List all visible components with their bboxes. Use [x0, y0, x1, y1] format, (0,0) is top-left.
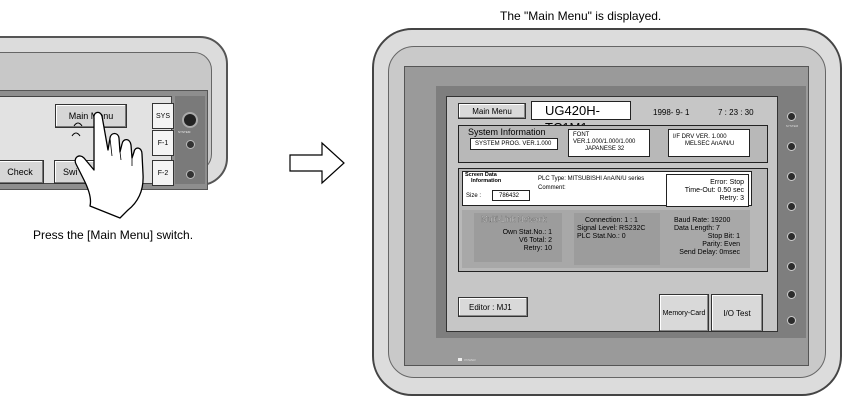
- io-test-button[interactable]: I/O Test: [711, 294, 763, 332]
- signal-level: Signal Level: RS232C: [577, 225, 646, 232]
- right-arrow-icon: [289, 141, 345, 185]
- comm-right-values: Baud Rate: 19200 Data Length: 7 Stop Bit…: [672, 217, 740, 257]
- comm-left-values: Connection: 1 : 1 Signal Level: RS232C P…: [577, 217, 646, 241]
- time-display: 7 : 23 : 30: [718, 108, 754, 117]
- own-station-number: Own Stat.No.: 1: [502, 229, 552, 236]
- font-box: FONT VER.1.000/1.000/1.000 JAPANESE 32: [568, 129, 650, 157]
- power-label: POWER: [464, 358, 476, 362]
- if-driver-box: I/F DRV VER. 1.000 MELSEC AnA/N/U: [668, 129, 750, 157]
- left-check-switch[interactable]: Check: [0, 160, 44, 184]
- model-display: UG420H-TC1M1: [531, 101, 631, 135]
- system-prog-box: SYSTEM PROG. VER.1.000: [470, 138, 558, 150]
- memory-card-button[interactable]: Memory-Card: [659, 294, 709, 332]
- f6-led: [787, 290, 796, 299]
- left-led-2: [186, 170, 195, 179]
- left-led-1: [186, 140, 195, 149]
- font-version: VER.1.000/1.000/1.000: [573, 139, 636, 145]
- system-led: [787, 112, 796, 121]
- baud-rate: Baud Rate: 19200: [674, 217, 731, 224]
- font-language: JAPANESE 32: [585, 146, 625, 152]
- f3-led: [787, 202, 796, 211]
- f2-led: [787, 172, 796, 181]
- f4-led: [787, 232, 796, 241]
- if-driver-version: I/F DRV VER. 1.000: [673, 134, 727, 140]
- multilink-retry: Retry: 10: [523, 245, 552, 252]
- top-caption: The "Main Menu" is displayed.: [500, 9, 662, 23]
- send-delay: Send Delay: 0msec: [679, 249, 740, 256]
- editor-display: Editor : MJ1: [458, 297, 528, 317]
- f1-led: [787, 142, 796, 151]
- retry-count: Retry: 3: [719, 195, 744, 202]
- error-settings-box: Error: Stop Time-Out: 0.50 sec Retry: 3: [666, 174, 749, 207]
- if-driver-name: MELSEC AnA/N/U: [685, 141, 735, 147]
- stop-bit: Stop Bit: 1: [707, 233, 740, 240]
- screen-data-title: Screen Data Information: [465, 172, 501, 184]
- pointing-hand-icon: [71, 111, 144, 219]
- plc-type: PLC Type: MITSUBISHI AnA/N/U series: [538, 176, 645, 182]
- main-menu-button[interactable]: Main Menu: [458, 103, 526, 119]
- multilink-title: Multi-Link Network: [481, 215, 547, 224]
- system-information-title: System Information: [468, 127, 546, 137]
- left-system-knob[interactable]: [182, 112, 198, 128]
- multilink-values: Own Stat.No.: 1 V6 Total: 2 Retry: 10: [480, 229, 552, 253]
- left-system-label: SYSTEM: [178, 130, 191, 134]
- v6-total: V6 Total: 2: [519, 237, 552, 244]
- left-caption: Press the [Main Menu] switch.: [33, 228, 194, 242]
- size-value: 786432: [492, 190, 530, 201]
- screen-data-title-line2: Information: [471, 178, 502, 184]
- f7-led: [787, 316, 796, 325]
- f5-led: [787, 262, 796, 271]
- plc-station-number: PLC Stat.No.: 0: [577, 233, 626, 240]
- date-display: 1998- 9- 1: [653, 108, 690, 117]
- time-out: Time-Out: 0.50 sec: [684, 187, 744, 194]
- comment-label: Comment:: [538, 185, 566, 191]
- parity: Parity: Even: [702, 241, 740, 248]
- error-mode: Error: Stop: [710, 179, 744, 186]
- size-label: Size :: [466, 193, 482, 199]
- data-length: Data Length: 7: [674, 225, 720, 232]
- connection: Connection: 1 : 1: [585, 217, 638, 224]
- font-label: FONT: [573, 132, 590, 138]
- system-led-label: SYSTEM: [785, 124, 799, 128]
